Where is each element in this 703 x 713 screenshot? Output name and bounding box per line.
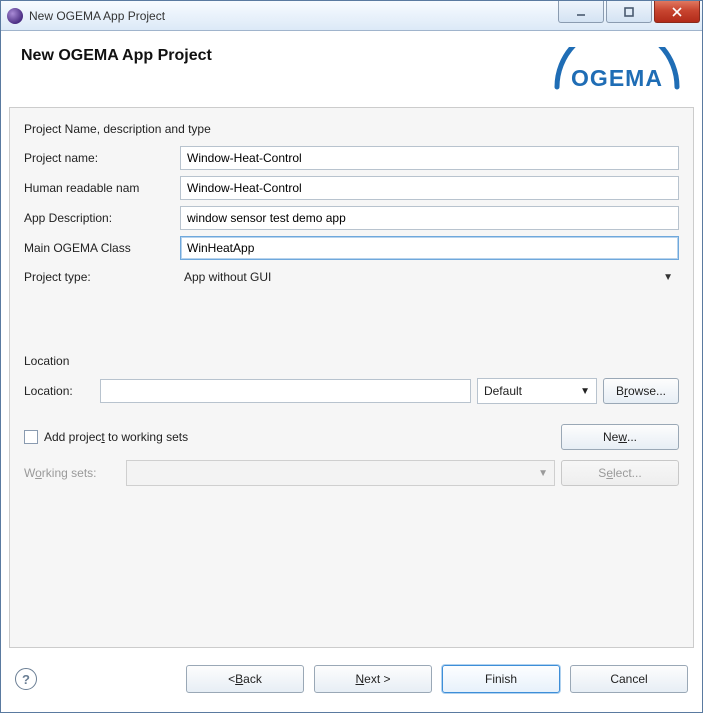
svg-text:OGEMA: OGEMA: [571, 65, 663, 91]
label-main-class: Main OGEMA Class: [24, 241, 180, 255]
chevron-down-icon: ▼: [538, 468, 548, 479]
browse-button[interactable]: Browse...: [603, 378, 679, 404]
help-icon[interactable]: ?: [15, 668, 37, 690]
section-location-legend: Location: [24, 354, 679, 368]
label-project-type: Project type:: [24, 270, 180, 284]
working-sets-checkbox-row: Add project to working sets: [24, 430, 188, 444]
window-title: New OGEMA App Project: [7, 8, 558, 24]
section-location: Location Location: Default ▼ Browse...: [24, 354, 679, 404]
project-name-input[interactable]: [180, 146, 679, 170]
row-main-class: Main OGEMA Class: [24, 236, 679, 260]
label-app-desc: App Description:: [24, 211, 180, 225]
app-description-input[interactable]: [180, 206, 679, 230]
main-class-input[interactable]: [180, 236, 679, 260]
chevron-down-icon: ▼: [580, 386, 590, 397]
titlebar: New OGEMA App Project: [1, 1, 702, 31]
row-location: Location: Default ▼ Browse...: [24, 378, 679, 404]
section-project-legend: Project Name, description and type: [24, 122, 679, 136]
close-button[interactable]: [654, 1, 700, 23]
project-type-select[interactable]: App without GUI ▼: [180, 266, 679, 288]
maximize-button[interactable]: [606, 1, 652, 23]
wizard-content: Project Name, description and type Proje…: [9, 107, 694, 648]
working-sets-combo: ▼: [126, 460, 555, 486]
window-controls: [558, 1, 702, 30]
next-button[interactable]: Next >: [314, 665, 432, 693]
location-default-combo[interactable]: Default ▼: [477, 378, 597, 404]
page-title: New OGEMA App Project: [21, 47, 212, 65]
eclipse-icon: [7, 8, 23, 24]
back-button[interactable]: < Back: [186, 665, 304, 693]
section-project: Project Name, description and type Proje…: [24, 122, 679, 294]
chevron-down-icon: ▼: [663, 272, 673, 283]
ogema-logo: OGEMA: [552, 47, 682, 97]
project-type-value: App without GUI: [184, 270, 271, 284]
human-name-input[interactable]: [180, 176, 679, 200]
row-app-desc: App Description:: [24, 206, 679, 230]
location-input[interactable]: [100, 379, 471, 403]
wizard-header: New OGEMA App Project OGEMA: [1, 31, 702, 107]
window-title-text: New OGEMA App Project: [29, 9, 165, 23]
label-location: Location:: [24, 384, 94, 398]
select-working-set-button: Select...: [561, 460, 679, 486]
label-working-sets: Working sets:: [24, 466, 120, 480]
minimize-button[interactable]: [558, 1, 604, 23]
label-project-name: Project name:: [24, 151, 180, 165]
row-human-name: Human readable nam: [24, 176, 679, 200]
wizard-footer: ? < Back Next > Finish Cancel: [1, 656, 702, 712]
dialog-window: New OGEMA App Project New OGEMA App Proj…: [0, 0, 703, 713]
working-sets-checkbox[interactable]: [24, 430, 38, 444]
row-project-name: Project name:: [24, 146, 679, 170]
finish-button[interactable]: Finish: [442, 665, 560, 693]
new-working-set-button[interactable]: New...: [561, 424, 679, 450]
location-combo-value: Default: [484, 384, 522, 398]
row-project-type: Project type: App without GUI ▼: [24, 266, 679, 288]
working-sets-checkbox-label: Add project to working sets: [44, 430, 188, 444]
section-working-sets: Add project to working sets New... Worki…: [24, 424, 679, 486]
label-human-name: Human readable nam: [24, 181, 180, 195]
spacer: [24, 486, 679, 633]
cancel-button[interactable]: Cancel: [570, 665, 688, 693]
